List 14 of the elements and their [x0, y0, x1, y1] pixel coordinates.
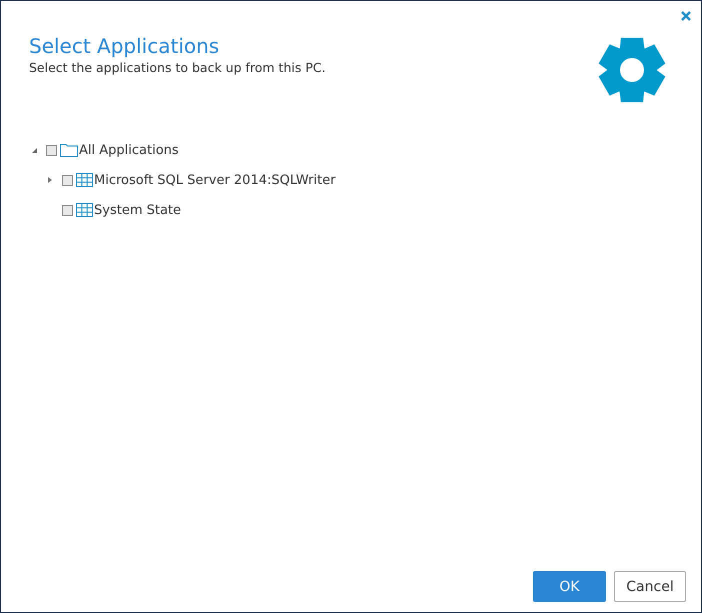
folder-icon	[60, 143, 78, 157]
cancel-button[interactable]: Cancel	[614, 571, 686, 602]
grid-icon	[76, 203, 93, 217]
tree-item-label[interactable]: System State	[94, 202, 182, 218]
grid-icon	[76, 173, 93, 187]
checkbox[interactable]	[62, 174, 73, 186]
close-icon[interactable]	[679, 9, 693, 23]
tree-item-label[interactable]: Microsoft SQL Server 2014:SQLWriter	[94, 172, 336, 188]
dialog-title: Select Applications	[29, 33, 220, 59]
ok-button[interactable]: OK	[533, 571, 606, 602]
tree-item-label[interactable]: All Applications	[79, 142, 179, 158]
checkbox[interactable]	[62, 204, 73, 216]
dialog-subtitle: Select the applications to back up from this PC.	[29, 60, 326, 75]
checkbox[interactable]	[46, 144, 57, 156]
